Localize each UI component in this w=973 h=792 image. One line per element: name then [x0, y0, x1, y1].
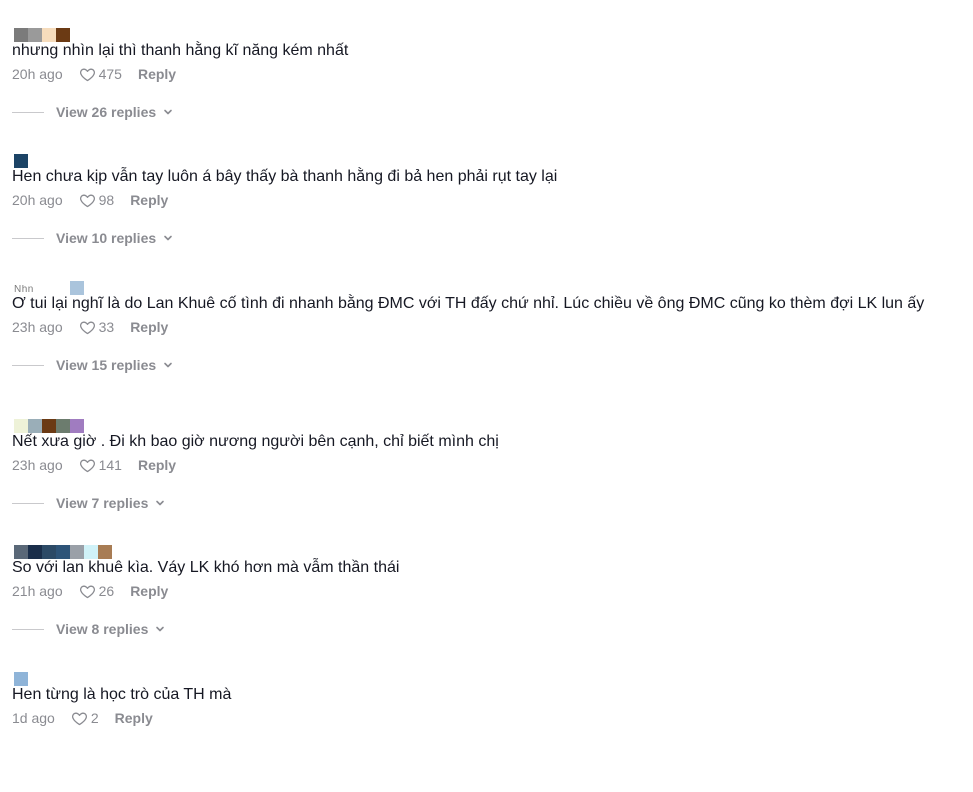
view-replies-button[interactable]: View 7 replies — [12, 495, 166, 511]
comment-item: Hen chưa kịp vẫn tay luôn á bây thấy bà … — [0, 154, 973, 274]
view-replies-button[interactable]: View 15 replies — [12, 357, 174, 373]
reply-button[interactable]: Reply — [130, 192, 168, 208]
avatar[interactable] — [42, 545, 56, 559]
heart-icon — [71, 710, 91, 727]
comment-text: Ơ tui lại nghĩ là do Lan Khuê cố tình đi… — [12, 295, 925, 312]
avatar[interactable] — [14, 672, 28, 686]
view-replies-button[interactable]: View 8 replies — [12, 621, 166, 637]
avatar-strip[interactable] — [14, 545, 112, 559]
heart-icon — [79, 66, 99, 83]
like-count: 2 — [90, 710, 99, 726]
like-count: 141 — [98, 457, 122, 473]
divider-line — [12, 628, 44, 630]
reply-button[interactable]: Reply — [138, 66, 176, 82]
view-replies-button[interactable]: View 10 replies — [12, 230, 174, 246]
chevron-down-icon — [156, 232, 174, 244]
comment-meta: 23h ago 141 Reply — [12, 455, 176, 475]
avatar-strip[interactable] — [14, 672, 28, 686]
like-count: 33 — [98, 319, 115, 335]
avatar-strip[interactable] — [14, 419, 84, 433]
view-replies-label: View 7 replies — [56, 495, 149, 511]
chevron-down-icon — [156, 359, 174, 371]
like-button[interactable]: 475 — [79, 66, 122, 83]
comment-text: Nết xưa giờ . Đi kh bao giờ nương người … — [12, 433, 499, 450]
divider-line — [12, 111, 44, 113]
comment-timestamp: 23h ago — [12, 457, 63, 473]
comment-item: Nết xưa giờ . Đi kh bao giờ nương người … — [0, 419, 973, 539]
divider-line — [12, 502, 44, 504]
avatar[interactable] — [28, 28, 42, 42]
avatar[interactable] — [28, 419, 42, 433]
comment-meta: 20h ago 98 Reply — [12, 190, 168, 210]
like-count: 26 — [98, 583, 115, 599]
avatar[interactable] — [70, 545, 84, 559]
like-button[interactable]: 98 — [79, 192, 115, 209]
comment-timestamp: 21h ago — [12, 583, 63, 599]
like-count: 98 — [98, 192, 115, 208]
like-count: 475 — [98, 66, 122, 82]
divider-line — [12, 364, 44, 366]
comment-meta: 1d ago 2 Reply — [12, 708, 153, 728]
comment-text: So với lan khuê kìa. Váy LK khó hơn mà v… — [12, 559, 400, 576]
like-button[interactable]: 33 — [79, 319, 115, 336]
avatar[interactable] — [14, 545, 28, 559]
comment-meta: 21h ago 26 Reply — [12, 581, 168, 601]
avatar[interactable] — [42, 281, 56, 295]
reply-button[interactable]: Reply — [115, 710, 153, 726]
like-button[interactable]: 26 — [79, 583, 115, 600]
reply-button[interactable]: Reply — [130, 583, 168, 599]
avatar[interactable] — [14, 419, 28, 433]
comment-item: nhưng nhìn lại thì thanh hằng kĩ năng ké… — [0, 28, 973, 148]
avatar[interactable] — [56, 419, 70, 433]
avatar[interactable] — [56, 545, 70, 559]
heart-icon — [79, 319, 99, 336]
avatar[interactable] — [56, 281, 70, 295]
avatar[interactable] — [70, 419, 84, 433]
comment-timestamp: 20h ago — [12, 192, 63, 208]
comment-timestamp: 23h ago — [12, 319, 63, 335]
reply-button[interactable]: Reply — [138, 457, 176, 473]
heart-icon — [79, 457, 99, 474]
view-replies-label: View 26 replies — [56, 104, 157, 120]
avatar[interactable] — [84, 545, 98, 559]
comment-item: Nhn Ơ tui lại nghĩ là do Lan Khuê cố tình… — [0, 281, 973, 401]
reply-button[interactable]: Reply — [130, 319, 168, 335]
comment-item: Hen từng là học trò của TH mà 1d ago 2 Repl… — [0, 672, 973, 792]
divider-line — [12, 237, 44, 239]
chevron-down-icon — [148, 623, 166, 635]
avatar[interactable] — [14, 154, 28, 168]
comment-meta: 20h ago 475 Reply — [12, 64, 176, 84]
avatar[interactable] — [70, 281, 84, 295]
comment-text: Hen chưa kịp vẫn tay luôn á bây thấy bà … — [12, 168, 558, 185]
avatar[interactable] — [42, 419, 56, 433]
avatar[interactable] — [42, 28, 56, 42]
comment-timestamp: 1d ago — [12, 710, 55, 726]
view-replies-label: View 8 replies — [56, 621, 149, 637]
avatar[interactable] — [56, 28, 70, 42]
avatar[interactable] — [98, 545, 112, 559]
avatar-strip[interactable] — [14, 28, 70, 42]
view-replies-button[interactable]: View 26 replies — [12, 104, 174, 120]
comment-text: Hen từng là học trò của TH mà — [12, 686, 232, 703]
chevron-down-icon — [148, 497, 166, 509]
avatar-strip[interactable] — [14, 154, 28, 168]
comment-timestamp: 20h ago — [12, 66, 63, 82]
like-button[interactable]: 2 — [71, 710, 99, 727]
comment-meta: 23h ago 33 Reply — [12, 317, 168, 337]
heart-icon — [79, 583, 99, 600]
like-button[interactable]: 141 — [79, 457, 122, 474]
heart-icon — [79, 192, 99, 209]
avatar[interactable] — [14, 28, 28, 42]
comment-text: nhưng nhìn lại thì thanh hằng kĩ năng ké… — [12, 42, 349, 59]
avatar[interactable] — [28, 545, 42, 559]
chevron-down-icon — [156, 106, 174, 118]
comment-item: So với lan khuê kìa. Váy LK khó hơn mà v… — [0, 545, 973, 665]
view-replies-label: View 10 replies — [56, 230, 157, 246]
view-replies-label: View 15 replies — [56, 357, 157, 373]
